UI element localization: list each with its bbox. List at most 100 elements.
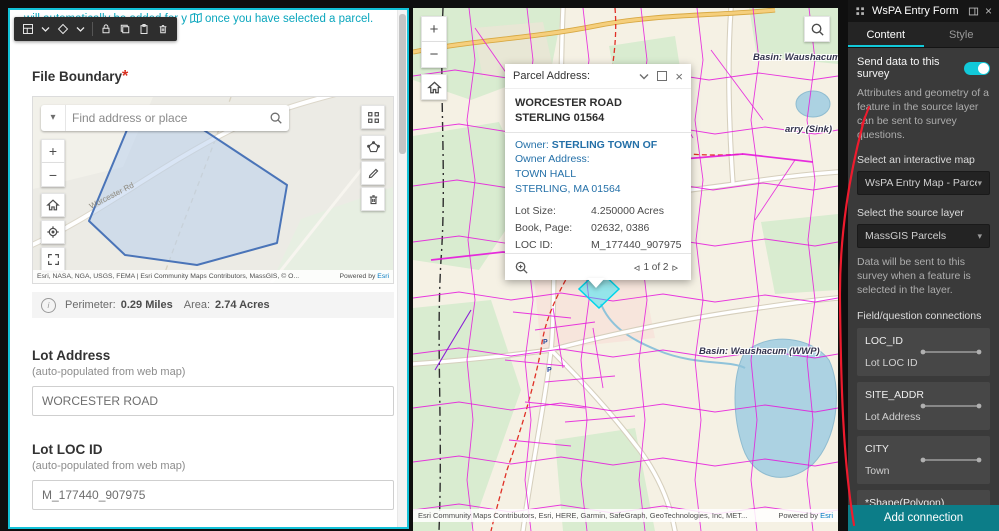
add-connection-button[interactable]: Add connection	[848, 505, 999, 531]
connector-icon	[919, 347, 983, 357]
locate-icon	[46, 225, 60, 239]
pagination-next-icon[interactable]: ▹	[668, 261, 682, 274]
popup-fields: Lot Size:4.250000 Acres Book, Page:02632…	[505, 200, 691, 253]
lot-loc-id-label: Lot LOC ID	[32, 442, 394, 457]
popup-address: WORCESTER ROAD STERLING 01564	[505, 89, 691, 133]
settings-panel-title: WsPA Entry Form	[872, 5, 962, 17]
owner-value[interactable]: STERLING TOWN OF	[552, 139, 657, 151]
send-data-row: Send data to this survey	[857, 56, 990, 80]
survey-form-panel: will automatically be added for yonce yo…	[8, 8, 409, 529]
map-zoom-out-button[interactable]: −	[421, 42, 447, 68]
popup-owner-block: Owner: STERLING TOWN OF Owner Address: T…	[505, 133, 691, 201]
select-value: WsPA Entry Map - Parcels	[865, 177, 977, 189]
extent-grid-icon	[367, 111, 380, 124]
home-icon	[48, 200, 59, 210]
connection-card[interactable]: CITY Town	[857, 436, 990, 484]
attribution-text: Esri Community Maps Contributors, Esri, …	[418, 511, 778, 520]
esri-link[interactable]: Esri	[820, 511, 833, 520]
duplicate-icon[interactable]	[119, 23, 131, 35]
toolbar-divider	[92, 22, 93, 36]
lot-address-hint: (auto-populated from web map)	[32, 366, 394, 378]
close-panel-icon[interactable]: ×	[985, 4, 992, 18]
connection-card[interactable]: SITE_ADDR Lot Address	[857, 382, 990, 430]
pagination-prev-icon[interactable]: ◃	[630, 261, 644, 274]
lot-loc-id-hint: (auto-populated from web map)	[32, 460, 394, 472]
widget-toolbar	[14, 17, 177, 41]
style-diamond-icon[interactable]	[57, 23, 69, 35]
interactive-map-select[interactable]: WsPA Entry Map - Parcels ▾	[857, 171, 990, 195]
fullscreen-button[interactable]	[41, 247, 65, 271]
popup-header: Parcel Address: ×	[505, 64, 691, 89]
close-popup-icon[interactable]: ×	[675, 69, 683, 84]
connection-question: Town	[865, 465, 890, 477]
required-asterisk: *	[122, 68, 128, 85]
plus-icon: +	[49, 143, 57, 159]
connector-icon	[919, 401, 983, 411]
chevron-down-icon[interactable]	[41, 25, 50, 33]
settings-body: Send data to this survey Attributes and …	[848, 48, 999, 505]
collapse-chevron-icon[interactable]	[639, 73, 649, 80]
lot-loc-id-input[interactable]	[32, 480, 394, 510]
map-inline-icon	[190, 12, 202, 24]
zoom-to-icon[interactable]	[514, 260, 529, 275]
plus-icon: +	[430, 21, 439, 38]
map-search-button[interactable]	[804, 16, 830, 42]
widget-select-icon[interactable]	[22, 23, 34, 35]
geometry-map-widget[interactable]: Worcester Rd ▾ + − Esri, NASA, NGA, USG	[32, 96, 394, 284]
search-mode-chevron-icon[interactable]: ▾	[41, 105, 66, 131]
map-home-button[interactable]	[421, 74, 447, 100]
lot-address-input[interactable]	[32, 386, 394, 416]
tab-content[interactable]: Content	[848, 22, 924, 47]
scrollbar-thumb[interactable]	[399, 14, 406, 154]
connection-field: LOC_ID	[865, 335, 982, 347]
connector-icon	[919, 455, 983, 465]
extent-button[interactable]	[361, 105, 385, 129]
file-boundary-question: File Boundary*	[32, 68, 394, 86]
form-scrollbar[interactable]	[397, 10, 407, 527]
poi-marker-p2: P	[547, 367, 552, 374]
area-value: 2.74 Acres	[215, 299, 270, 311]
owner-label: Owner:	[515, 139, 549, 151]
zoom-in-button[interactable]: +	[41, 139, 65, 163]
lock-icon[interactable]	[100, 23, 112, 35]
locate-button[interactable]	[41, 220, 65, 244]
tab-style[interactable]: Style	[924, 22, 999, 47]
map-search-box: ▾	[41, 105, 289, 131]
settings-note: Data will be sent to this survey when a …	[857, 256, 990, 298]
dock-panel-icon[interactable]	[968, 6, 979, 17]
home-button[interactable]	[41, 193, 65, 217]
esri-link[interactable]: Esri	[377, 273, 389, 280]
polygon-draw-icon	[367, 141, 380, 154]
chevron-down-icon: ▾	[977, 231, 982, 242]
map-attribution: Esri, NASA, NGA, USGS, FEMA | Esri Commu…	[33, 270, 393, 283]
home-icon	[427, 80, 442, 95]
experience-builder-screen: will automatically be added for yonce yo…	[0, 0, 999, 531]
geometry-measurements: i Perimeter: 0.29 Miles Area: 2.74 Acres	[32, 292, 394, 318]
connection-card[interactable]: *Shape(Polygon) File Boundary	[857, 490, 990, 505]
copy-icon[interactable]	[138, 23, 150, 35]
dock-popup-icon[interactable]	[657, 71, 667, 81]
connection-card[interactable]: LOC_ID Lot LOC ID	[857, 328, 990, 376]
popup-body: WORCESTER ROAD STERLING 01564 Owner: STE…	[505, 89, 691, 253]
parcel-popup: Parcel Address: × WORCESTER ROAD STERLIN…	[505, 64, 691, 280]
popup-footer: ◃ 1 of 2 ▹	[505, 253, 691, 280]
poi-marker-p: P	[543, 339, 548, 346]
map-zoom-in-button[interactable]: +	[421, 16, 447, 42]
address-search-input[interactable]	[66, 111, 263, 125]
powered-by-text: Powered by	[339, 273, 375, 280]
trash-icon	[367, 193, 380, 206]
settings-tabs: Content Style	[848, 22, 999, 48]
edit-sketch-button[interactable]	[361, 161, 385, 185]
address-line1: WORCESTER ROAD	[515, 96, 681, 111]
chevron-down-icon[interactable]	[76, 25, 85, 33]
zoom-out-button[interactable]: −	[41, 163, 65, 187]
source-layer-select[interactable]: MassGIS Parcels ▾	[857, 224, 990, 248]
map-label-basin-south: Basin: Waushacum (WWP)	[699, 346, 820, 357]
search-icon[interactable]	[263, 111, 289, 125]
delete-icon[interactable]	[157, 23, 169, 35]
send-data-toggle[interactable]	[964, 62, 990, 75]
draw-polygon-button[interactable]	[361, 135, 385, 159]
popup-title: Parcel Address:	[513, 70, 631, 82]
address-line2: STERLING 01564	[515, 111, 681, 126]
delete-sketch-button[interactable]	[361, 187, 385, 211]
